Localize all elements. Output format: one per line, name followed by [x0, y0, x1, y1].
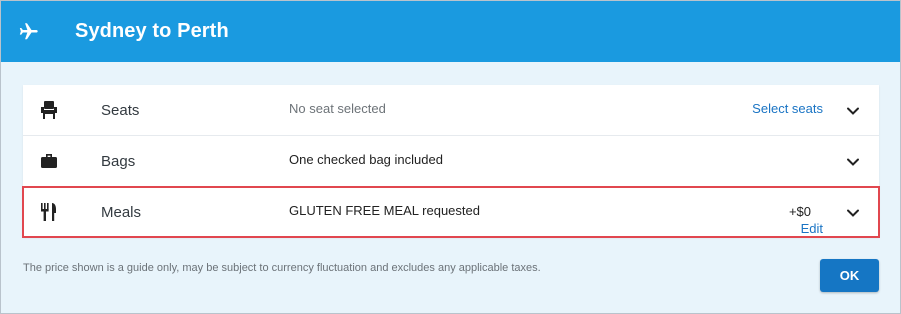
row-label: Bags	[101, 153, 136, 170]
row-status: One checked bag included	[289, 152, 443, 167]
edit-meal-link[interactable]: Edit	[801, 221, 823, 236]
chevron-down-icon[interactable]	[845, 154, 861, 170]
extras-list: Seats No seat selected Select seats Bags…	[22, 85, 880, 238]
chevron-down-icon[interactable]	[845, 103, 861, 119]
price-disclaimer: The price shown is a guide only, may be …	[23, 262, 541, 274]
dialog-header: Sydney to Perth	[1, 1, 900, 62]
flight-extras-dialog: Sydney to Perth Seats No seat selected S…	[0, 0, 901, 314]
meal-price: +$0	[788, 204, 811, 219]
extras-row-bags[interactable]: Bags One checked bag included	[23, 136, 879, 187]
extras-row-seats[interactable]: Seats No seat selected Select seats	[23, 85, 879, 136]
airplane-icon	[17, 20, 41, 44]
row-label: Seats	[101, 102, 140, 119]
page-title: Sydney to Perth	[75, 20, 229, 42]
select-seats-link[interactable]: Select seats	[752, 101, 823, 116]
row-label: Meals	[101, 204, 142, 221]
row-status: No seat selected	[289, 101, 386, 116]
utensils-icon	[38, 201, 60, 223]
seat-icon	[38, 99, 60, 121]
ok-button[interactable]: OK	[820, 259, 879, 292]
chevron-down-icon[interactable]	[845, 205, 861, 221]
row-status: GLUTEN FREE MEAL requested	[289, 203, 480, 218]
extras-row-meals[interactable]: Meals GLUTEN FREE MEAL requested +$0 Edi…	[22, 186, 880, 238]
briefcase-icon	[38, 150, 60, 172]
